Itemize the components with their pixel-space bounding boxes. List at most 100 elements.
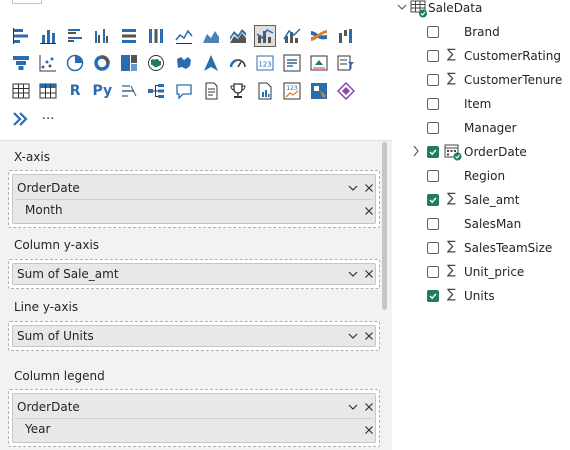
line-and-stacked-column-chart-icon[interactable]: [281, 25, 303, 47]
field-row-item[interactable]: Item: [392, 92, 570, 116]
field-checkbox[interactable]: [427, 122, 439, 134]
field-checkbox[interactable]: [427, 74, 439, 86]
gauge-icon[interactable]: [227, 52, 249, 74]
chevron-down-icon[interactable]: [347, 268, 359, 280]
chevron-down-icon[interactable]: [347, 330, 359, 342]
python-visual-icon[interactable]: Py: [91, 80, 113, 102]
line-y-axis-field-name: Sum of Units: [17, 329, 94, 343]
remove-field-icon[interactable]: [363, 330, 375, 342]
card-icon[interactable]: 123: [254, 52, 276, 74]
field-checkbox[interactable]: [427, 194, 439, 206]
svg-text:123: 123: [258, 61, 271, 69]
wells-scrollbar[interactable]: [382, 142, 387, 310]
scatter-chart-icon[interactable]: [37, 52, 59, 74]
remove-field-icon[interactable]: [363, 401, 375, 413]
field-name: SalesTeamSize: [464, 241, 553, 255]
chevron-down-icon[interactable]: [397, 1, 407, 13]
paginated-report-icon[interactable]: [200, 80, 222, 102]
sigma-icon: ∑: [447, 71, 456, 86]
line-y-axis-field-pill[interactable]: Sum of Units: [12, 325, 376, 347]
slicer-icon[interactable]: [335, 52, 357, 74]
ribbon-chart-icon[interactable]: [308, 25, 330, 47]
remove-field-icon[interactable]: [363, 268, 375, 280]
x-axis-well-title: X-axis: [14, 150, 50, 164]
power-apps-icon[interactable]: 123: [281, 80, 303, 102]
table-icon: [410, 0, 427, 18]
r-script-visual-icon[interactable]: R: [64, 80, 86, 102]
treemap-icon[interactable]: [118, 52, 140, 74]
clustered-bar-chart-icon[interactable]: [64, 25, 86, 47]
column-y-axis-well[interactable]: Sum of Sale_amt: [8, 259, 380, 289]
field-row-region[interactable]: Region: [392, 164, 570, 188]
field-row-brand[interactable]: Brand: [392, 20, 570, 44]
check-icon: [429, 197, 437, 204]
x-axis-field-pill[interactable]: OrderDate Month: [12, 174, 376, 224]
column-legend-well[interactable]: OrderDate Year: [8, 389, 380, 447]
stacked-area-chart-icon[interactable]: [227, 25, 249, 47]
power-automate-icon[interactable]: [308, 80, 330, 102]
pie-chart-icon[interactable]: [64, 52, 86, 74]
column-y-axis-field-pill[interactable]: Sum of Sale_amt: [12, 263, 376, 285]
field-checkbox[interactable]: [427, 242, 439, 254]
field-checkbox[interactable]: [427, 26, 439, 38]
x-axis-well[interactable]: OrderDate Month: [8, 170, 380, 228]
diamond-visual-icon[interactable]: [335, 80, 357, 102]
power-automate-flow-icon[interactable]: [10, 108, 32, 130]
line-and-clustered-column-chart-icon[interactable]: [253, 25, 276, 47]
column-y-axis-field-name: Sum of Sale_amt: [17, 267, 119, 281]
chevron-down-icon[interactable]: [347, 401, 359, 413]
field-row-manager[interactable]: Manager: [392, 116, 570, 140]
field-checkbox[interactable]: [427, 266, 439, 278]
visual-icon-row-4: ···: [10, 108, 64, 130]
field-row-sale-amt[interactable]: ∑ Sale_amt: [392, 188, 570, 212]
field-row-salesteamsize[interactable]: ∑ SalesTeamSize: [392, 236, 570, 260]
field-checkbox[interactable]: [427, 170, 439, 182]
remove-level-icon[interactable]: [363, 424, 375, 436]
100-stacked-column-chart-icon[interactable]: [145, 25, 167, 47]
field-row-customerrating[interactable]: ∑ CustomerRating: [392, 44, 570, 68]
multi-row-card-icon[interactable]: [281, 52, 303, 74]
sigma-icon: ∑: [447, 239, 456, 254]
tab-indicator: [12, 0, 42, 4]
qa-icon[interactable]: [173, 80, 195, 102]
more-visuals-icon[interactable]: ···: [37, 108, 59, 130]
field-checkbox[interactable]: [427, 218, 439, 230]
donut-chart-icon[interactable]: [91, 52, 113, 74]
kpi-icon[interactable]: [308, 52, 330, 74]
clustered-column-chart-icon[interactable]: [91, 25, 113, 47]
remove-field-icon[interactable]: [363, 182, 375, 194]
field-row-salesman[interactable]: SalesMan: [392, 212, 570, 236]
field-checkbox[interactable]: [427, 50, 439, 62]
table-icon[interactable]: [10, 80, 32, 102]
check-icon: [429, 149, 437, 156]
field-row-customertenure[interactable]: ∑ CustomerTenure: [392, 68, 570, 92]
100-stacked-bar-chart-icon[interactable]: [118, 25, 140, 47]
field-checkbox[interactable]: [427, 98, 439, 110]
matrix-icon[interactable]: [37, 80, 59, 102]
field-row-unit-price[interactable]: ∑ Unit_price: [392, 260, 570, 284]
decomposition-tree-icon[interactable]: [145, 80, 167, 102]
line-chart-icon[interactable]: [173, 25, 195, 47]
column-legend-field-pill[interactable]: OrderDate Year: [12, 393, 376, 443]
azure-map-icon[interactable]: [200, 52, 222, 74]
stacked-bar-chart-icon[interactable]: [10, 25, 32, 47]
sigma-icon: ∑: [447, 263, 456, 278]
field-checkbox[interactable]: [427, 290, 439, 302]
chevron-right-icon[interactable]: [411, 145, 421, 157]
map-icon[interactable]: [145, 52, 167, 74]
smart-narrative-icon[interactable]: [254, 80, 276, 102]
field-checkbox[interactable]: [427, 146, 439, 158]
goals-icon[interactable]: [227, 80, 249, 102]
filled-map-icon[interactable]: [173, 52, 195, 74]
chevron-down-icon[interactable]: [347, 182, 359, 194]
funnel-chart-icon[interactable]: [10, 52, 32, 74]
field-row-orderdate[interactable]: OrderDate: [392, 140, 570, 164]
waterfall-chart-icon[interactable]: [335, 25, 357, 47]
line-y-axis-well[interactable]: Sum of Units: [8, 321, 380, 351]
stacked-column-chart-icon[interactable]: [37, 25, 59, 47]
area-chart-icon[interactable]: [200, 25, 222, 47]
remove-level-icon[interactable]: [363, 205, 375, 217]
table-row-saledata[interactable]: SaleData: [392, 0, 570, 20]
key-influencers-icon[interactable]: [118, 80, 140, 102]
field-row-units[interactable]: ∑ Units: [392, 284, 570, 308]
